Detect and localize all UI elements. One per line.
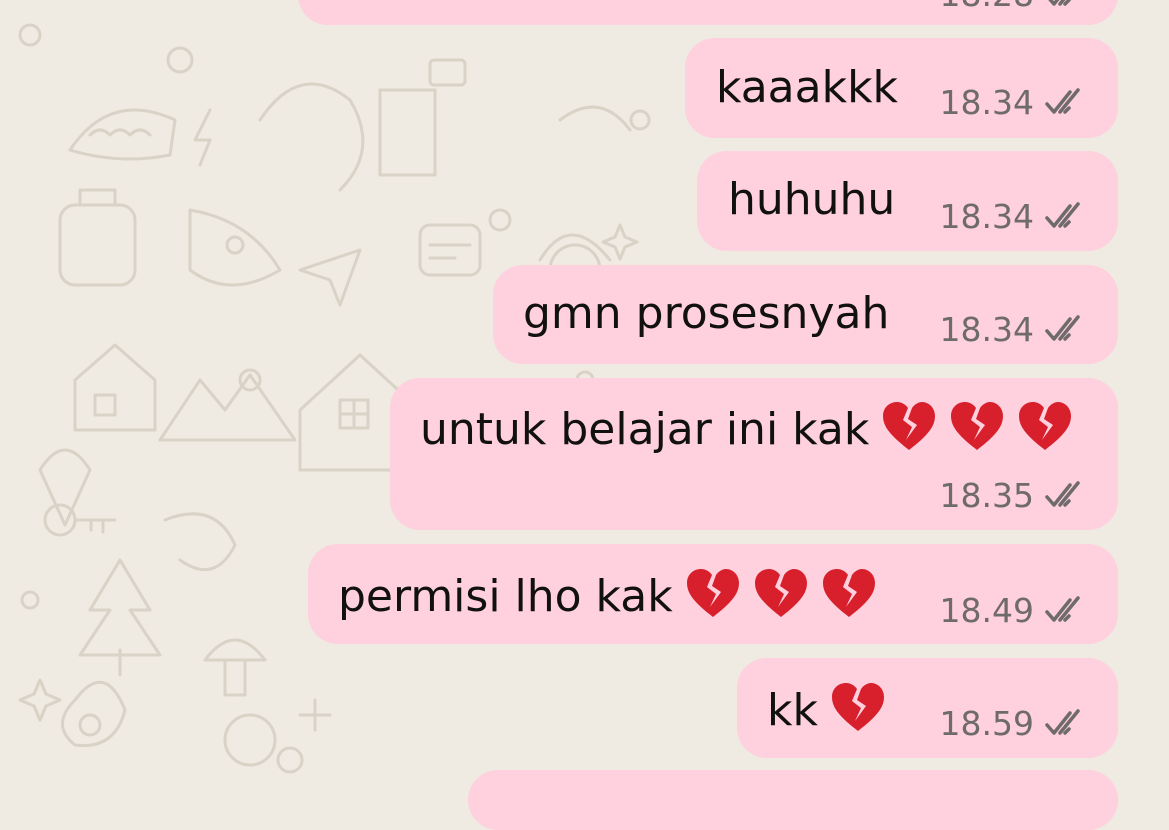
broken-heart-icon <box>881 400 937 452</box>
message-bubble[interactable]: permisi lho kak 18.49 <box>308 544 1118 644</box>
message-text: kk <box>767 681 886 737</box>
message-text-content: gmn prosesnyah <box>523 288 890 339</box>
double-check-icon <box>1044 88 1090 116</box>
message-meta: 18.34 <box>940 196 1090 236</box>
double-check-icon <box>1044 596 1090 624</box>
broken-heart-icon <box>753 567 809 619</box>
message-text: huhuhu <box>728 174 895 226</box>
message-meta: 18.59 <box>940 703 1090 743</box>
message-meta: 18.28 <box>940 0 1090 14</box>
message-meta: 18.34 <box>940 82 1090 122</box>
message-time: 18.59 <box>939 703 1034 743</box>
message-text: gmn prosesnyah <box>523 288 889 340</box>
message-bubble[interactable]: huhuhu 18.34 <box>697 151 1118 251</box>
message-text: permisi lho kak <box>338 567 877 623</box>
message-text-content: untuk belajar ini kak <box>420 404 870 455</box>
message-text-content: huhuhu <box>728 174 896 225</box>
broken-heart-icon <box>830 681 886 733</box>
double-check-icon <box>1044 709 1090 737</box>
message-time: 18.34 <box>939 82 1034 122</box>
message-bubble[interactable]: kaaakkk 18.34 <box>685 38 1118 138</box>
message-text: untuk belajar ini kak <box>420 400 1073 456</box>
message-text-content: kk <box>767 685 818 736</box>
message-text: kaaakkk <box>716 62 898 114</box>
message-time: 18.34 <box>939 309 1034 349</box>
message-bubble[interactable]: untuk belajar ini kak 18.35 <box>390 378 1118 530</box>
message-bubble[interactable]: gmn prosesnyah 18.34 <box>493 265 1118 364</box>
broken-heart-icon <box>685 567 741 619</box>
message-meta: 18.49 <box>940 590 1090 630</box>
double-check-icon <box>1044 202 1090 230</box>
broken-heart-icon <box>949 400 1005 452</box>
double-check-icon <box>1044 315 1090 343</box>
broken-heart-icon <box>821 567 877 619</box>
broken-heart-icon <box>1017 400 1073 452</box>
message-time: 18.34 <box>939 196 1034 236</box>
message-bubble[interactable] <box>468 770 1118 830</box>
message-meta: 18.34 <box>940 309 1090 349</box>
message-bubble[interactable]: 18.28 <box>298 0 1118 25</box>
message-meta: 18.35 <box>940 475 1090 515</box>
message-time: 18.28 <box>940 0 1034 14</box>
double-check-icon <box>1044 0 1090 8</box>
message-text-content: kaaakkk <box>716 62 899 113</box>
message-time: 18.49 <box>939 590 1034 630</box>
message-time: 18.35 <box>939 475 1034 515</box>
message-bubble[interactable]: kk 18.59 <box>737 658 1118 758</box>
double-check-icon <box>1044 481 1090 509</box>
message-text-content: permisi lho kak <box>338 571 673 622</box>
